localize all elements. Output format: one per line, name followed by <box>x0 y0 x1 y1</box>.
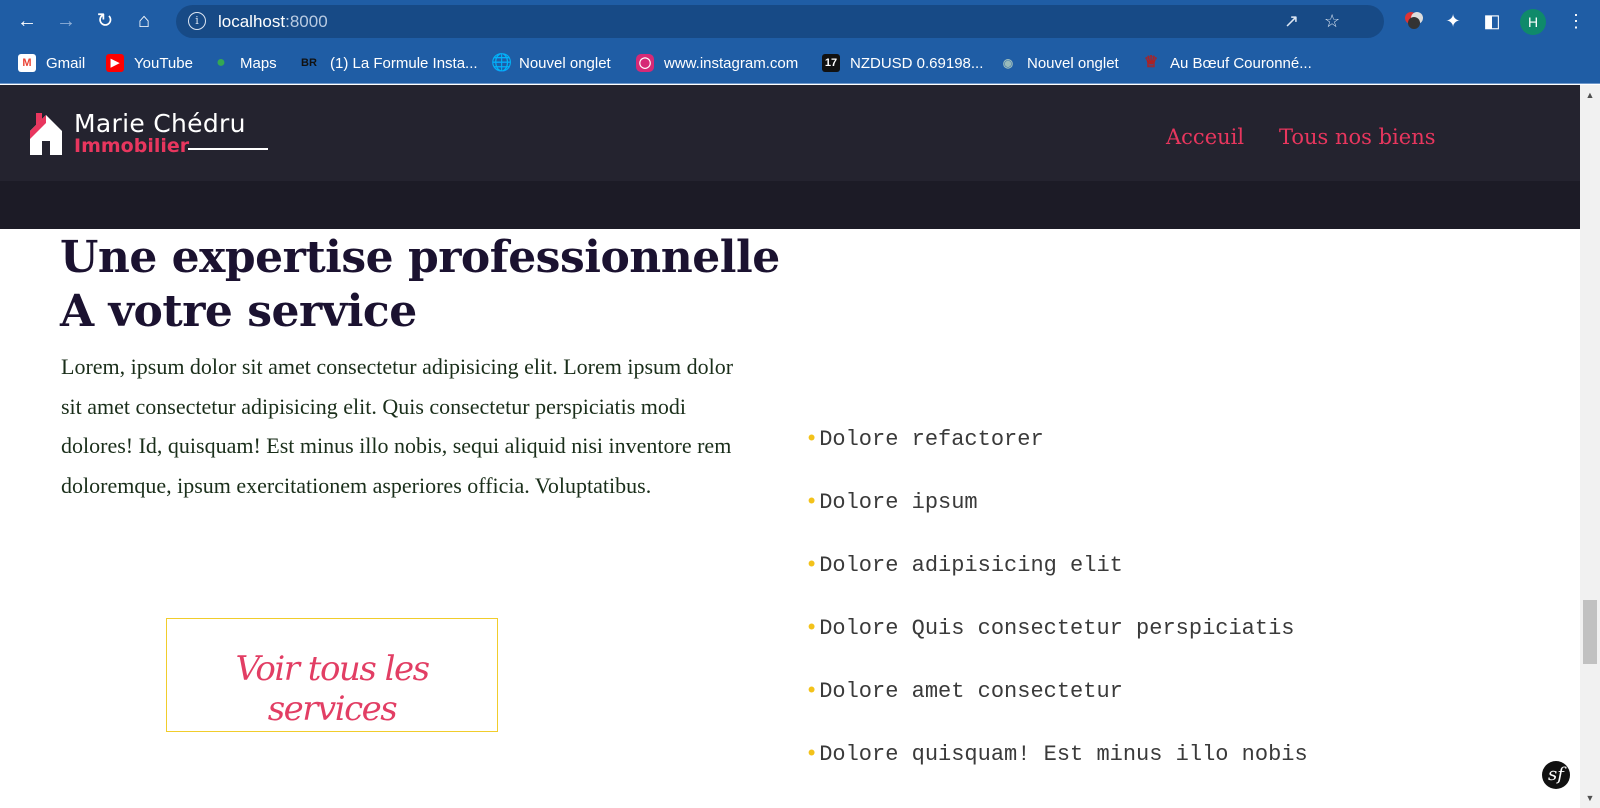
list-item: • Dolore quisquam! Est minus illo nobis <box>805 742 1308 767</box>
list-item: • Dolore ipsum <box>805 490 978 515</box>
nav-link-tous-nos-biens[interactable]: Tous nos biens <box>1279 125 1436 149</box>
site-logo[interactable]: Marie Chédru Immobilier <box>28 109 268 161</box>
logo-underline <box>188 148 268 150</box>
bookmark-la-formule[interactable]: BR (1) La Formule Insta... <box>298 53 478 73</box>
scroll-down-icon[interactable]: ▼ <box>1580 790 1600 806</box>
bookmark-youtube[interactable]: ▶ YouTube <box>106 53 193 73</box>
all-services-button[interactable]: Voir tous les services <box>166 618 498 732</box>
hero-title: Une expertise professionnelle A votre se… <box>60 232 780 337</box>
bookmark-maps[interactable]: ● Maps <box>212 53 277 73</box>
list-item: • Dolore Quis consectetur perspiciatis <box>805 616 1295 641</box>
youtube-icon: ▶ <box>106 54 124 72</box>
hero-paragraph: Lorem, ipsum dolor sit amet consectetur … <box>61 354 734 498</box>
site-info-icon[interactable]: i <box>188 12 206 30</box>
bookmark-gmail[interactable]: M Gmail <box>18 53 85 73</box>
bookmark-star-icon[interactable]: ☆ <box>1324 11 1340 32</box>
gmail-icon: M <box>18 54 36 72</box>
url-text[interactable]: localhost:8000 <box>218 12 328 32</box>
page-viewport: Marie Chédru Immobilier Acceuil Tous nos… <box>0 85 1580 808</box>
side-panel-icon[interactable]: ◧ <box>1480 9 1504 33</box>
page-scrollbar[interactable]: ▲ ▼ <box>1580 85 1600 808</box>
site-header: Marie Chédru Immobilier Acceuil Tous nos… <box>0 85 1580 181</box>
symfony-toolbar-icon[interactable]: sf <box>1542 761 1570 789</box>
bookmark-nzdusd[interactable]: 17 NZDUSD 0.69198... <box>822 53 983 73</box>
scroll-up-icon[interactable]: ▲ <box>1580 87 1600 103</box>
address-bar[interactable]: i localhost:8000 ↗ ☆ <box>176 5 1384 38</box>
share-icon[interactable]: ↗ <box>1284 11 1299 32</box>
bullet-icon: • <box>805 679 819 704</box>
forward-icon[interactable]: → <box>53 8 79 34</box>
browser-toolbar: ← → ↻ ⌂ i localhost:8000 ↗ ☆ ✦ ◧ H ⋮ <box>0 0 1600 42</box>
list-item: • Dolore amet consectetur <box>805 679 1123 704</box>
bullet-icon: • <box>805 742 819 767</box>
globe-icon: ◉ <box>1002 56 1014 70</box>
all-services-label: Voir tous les services <box>235 649 430 729</box>
bullet-icon: • <box>805 490 819 515</box>
bookmark-instagram[interactable]: ◯ www.instagram.com <box>636 53 798 73</box>
maps-icon: ● <box>216 54 226 71</box>
back-icon[interactable]: ← <box>14 8 40 34</box>
instagram-icon: ◯ <box>636 54 654 72</box>
browser-menu-icon[interactable]: ⋮ <box>1564 9 1588 33</box>
restaurant-icon: ♕ <box>1143 54 1159 71</box>
home-icon[interactable]: ⌂ <box>131 8 157 34</box>
br-icon: BR <box>301 57 317 69</box>
bookmark-nouvel-onglet-1[interactable]: 🌐 Nouvel onglet <box>491 53 611 73</box>
bookmark-nouvel-onglet-2[interactable]: ◉ Nouvel onglet <box>999 53 1119 73</box>
bookmarks-bar: M Gmail ▶ YouTube ● Maps BR (1) La Formule I… <box>0 42 1600 84</box>
header-band <box>0 181 1580 229</box>
house-logo-icon <box>30 113 62 155</box>
logo-name: Marie Chédru <box>74 109 246 138</box>
extensions-puzzle-icon[interactable]: ✦ <box>1441 9 1465 33</box>
reload-icon[interactable]: ↻ <box>92 8 118 34</box>
logo-subtitle: Immobilier <box>74 135 190 157</box>
profile-avatar[interactable]: H <box>1520 9 1546 35</box>
tradingview-icon: 17 <box>822 54 840 72</box>
globe-icon: 🌐 <box>491 53 513 72</box>
extension-colorball-icon[interactable] <box>1402 9 1426 33</box>
bullet-icon: • <box>805 616 819 641</box>
nav-link-accueil[interactable]: Acceuil <box>1166 125 1244 149</box>
bullet-icon: • <box>805 553 819 578</box>
bullet-icon: • <box>805 427 819 452</box>
feature-list: • Dolore refactorer • Dolore ipsum • Dolore… <box>805 427 1308 805</box>
bookmark-au-boeuf[interactable]: ♕ Au Bœuf Couronné... <box>1142 53 1312 73</box>
scroll-thumb[interactable] <box>1583 600 1597 664</box>
list-item: • Dolore adipisicing elit <box>805 553 1123 578</box>
list-item: • Dolore refactorer <box>805 427 1044 452</box>
